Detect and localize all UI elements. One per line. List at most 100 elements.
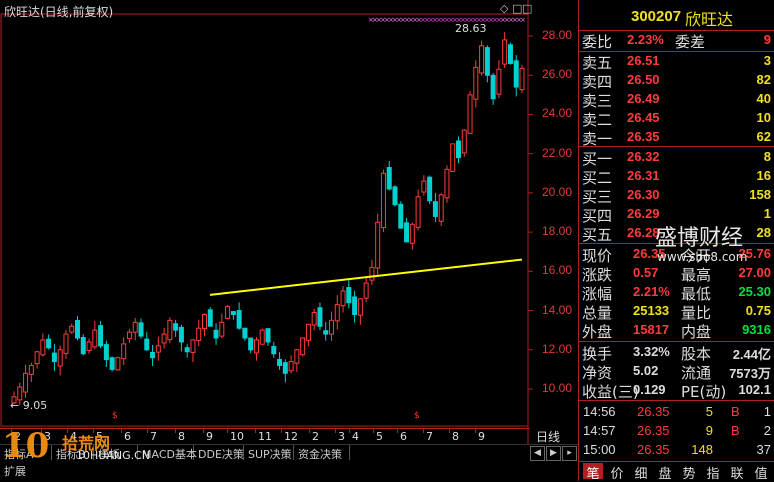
order-price: 26.45: [627, 110, 660, 125]
trade-count: 1: [763, 404, 771, 419]
bid-row: 买一 26.32 8: [579, 148, 774, 168]
candle-body: [507, 44, 513, 64]
restore-icon[interactable]: □: [522, 2, 532, 15]
diamond-icon[interactable]: ◇: [500, 2, 508, 15]
kline-chart[interactable]: ×××××××××××××××××××××××××××××××××××××××$…: [0, 0, 578, 481]
quote-tab[interactable]: 价: [607, 463, 627, 482]
tab-dde[interactable]: DDE决策: [194, 445, 244, 461]
order-level-label: 买一: [582, 150, 613, 168]
candle-body: [40, 339, 46, 356]
candle-body: [178, 326, 184, 343]
candle-body: [236, 310, 242, 329]
candle-body: [80, 336, 86, 355]
stat-value: 2.44亿: [732, 347, 771, 362]
quote-tab[interactable]: 笔: [583, 463, 603, 482]
high-price-label: 28.63: [455, 22, 487, 35]
candle-body: [311, 312, 317, 326]
quote-tab[interactable]: 指: [703, 463, 723, 482]
stat-row: 涨幅 2.21% 最低 25.30: [579, 283, 774, 303]
stat-value: 102.1: [738, 382, 771, 397]
candle-body: [242, 327, 248, 339]
quote-panel: 300207 欣旺达 委比 2.23% 委差 9 卖五 26.51 3 卖四 26.50…: [578, 0, 774, 482]
stat-value: 0.57: [633, 265, 659, 280]
order-volume: 62: [756, 129, 771, 144]
order-volume: 10: [756, 110, 771, 125]
scroll-left-icon[interactable]: ◀: [530, 446, 545, 461]
weicha-value: 9: [763, 32, 771, 47]
scroll-right-icon[interactable]: ▶: [546, 446, 561, 461]
quote-tab[interactable]: 势: [679, 463, 699, 482]
candle-body: [288, 361, 294, 372]
candle-body: [202, 313, 207, 330]
month-label: 4: [352, 430, 359, 443]
trade-row: 14:56 26.35 5 B 1: [579, 403, 774, 421]
zoom-icon[interactable]: ▸: [562, 446, 577, 461]
order-price: 26.29: [627, 206, 660, 221]
order-volume: 1: [763, 206, 771, 221]
stat-label: 流通: [681, 364, 712, 382]
month-tick: [309, 429, 310, 433]
candle-body: [490, 74, 496, 100]
month-tick: [449, 429, 450, 433]
stat-row: 涨跌 0.57 最高 27.00: [579, 264, 774, 284]
quote-tab[interactable]: 值: [751, 463, 771, 482]
candle-body: [103, 344, 109, 361]
fund-row: 净资 5.02 流通 7573万: [579, 362, 774, 382]
candle-body: [282, 362, 288, 374]
candle-body: [421, 180, 427, 193]
stat-label: 外盘: [582, 323, 613, 341]
order-level-label: 卖二: [582, 111, 613, 129]
month-label: 2: [312, 430, 319, 443]
bottom-bar: 扩展: [0, 461, 578, 479]
candle-body: [161, 333, 167, 344]
trade-time: 14:57: [583, 423, 616, 438]
watermark-center-url: www.sbo8.com: [657, 250, 748, 264]
order-price: 26.30: [627, 187, 660, 202]
month-tick: [475, 429, 476, 433]
quote-tab[interactable]: 细: [631, 463, 651, 482]
square-icon[interactable]: □: [512, 2, 522, 15]
candle-body: [115, 357, 121, 371]
candle-body: [277, 358, 283, 366]
candle-body: [415, 196, 421, 228]
order-level-label: 买三: [582, 188, 613, 206]
period-label[interactable]: 日线: [536, 428, 560, 445]
candle-body: [23, 372, 29, 393]
candle-body: [357, 298, 363, 316]
stat-label: 量比: [681, 304, 712, 322]
stat-label: 总量: [582, 304, 613, 322]
stat-value: 0.129: [633, 382, 666, 397]
low-price-label: ← 9.05: [10, 399, 48, 412]
candle-body: [369, 266, 375, 281]
candle-body: [398, 203, 404, 229]
candle-body: [317, 307, 323, 327]
kline-chart-panel[interactable]: × × × × × × × × × × × × × × × × × × × × × × × × × × × × × × × × × × × × × × × $…: [0, 0, 578, 481]
month-label: 9: [478, 430, 485, 443]
candle-body: [253, 339, 259, 354]
stat-value: 15817: [633, 322, 670, 337]
tab-sup[interactable]: SUP决策: [244, 445, 294, 461]
quote-tab[interactable]: 盘: [655, 463, 675, 482]
candle-body: [271, 346, 277, 355]
candle-body: [69, 325, 75, 333]
candle-body: [34, 351, 40, 365]
trade-volume: 9: [705, 423, 713, 438]
trade-price: 26.35: [637, 404, 670, 419]
tab-capital[interactable]: 资金决策: [294, 445, 350, 461]
candle-body: [190, 339, 196, 353]
candle-body: [132, 321, 138, 333]
candle-body: [346, 287, 352, 304]
ask-row: 卖二 26.45 10: [579, 109, 774, 129]
bid-row: 买二 26.31 16: [579, 167, 774, 187]
divider: [579, 146, 774, 147]
stat-label: 涨幅: [582, 285, 613, 303]
trade-volume: 5: [705, 404, 713, 419]
order-level-label: 买四: [582, 207, 613, 225]
candle-body: [248, 337, 254, 351]
candle-body: [427, 176, 433, 202]
month-tick: [349, 429, 350, 433]
quote-tab[interactable]: 联: [727, 463, 747, 482]
weicha-label: 委差: [675, 33, 706, 51]
order-volume: 3: [763, 53, 771, 68]
month-label: 8: [452, 430, 459, 443]
